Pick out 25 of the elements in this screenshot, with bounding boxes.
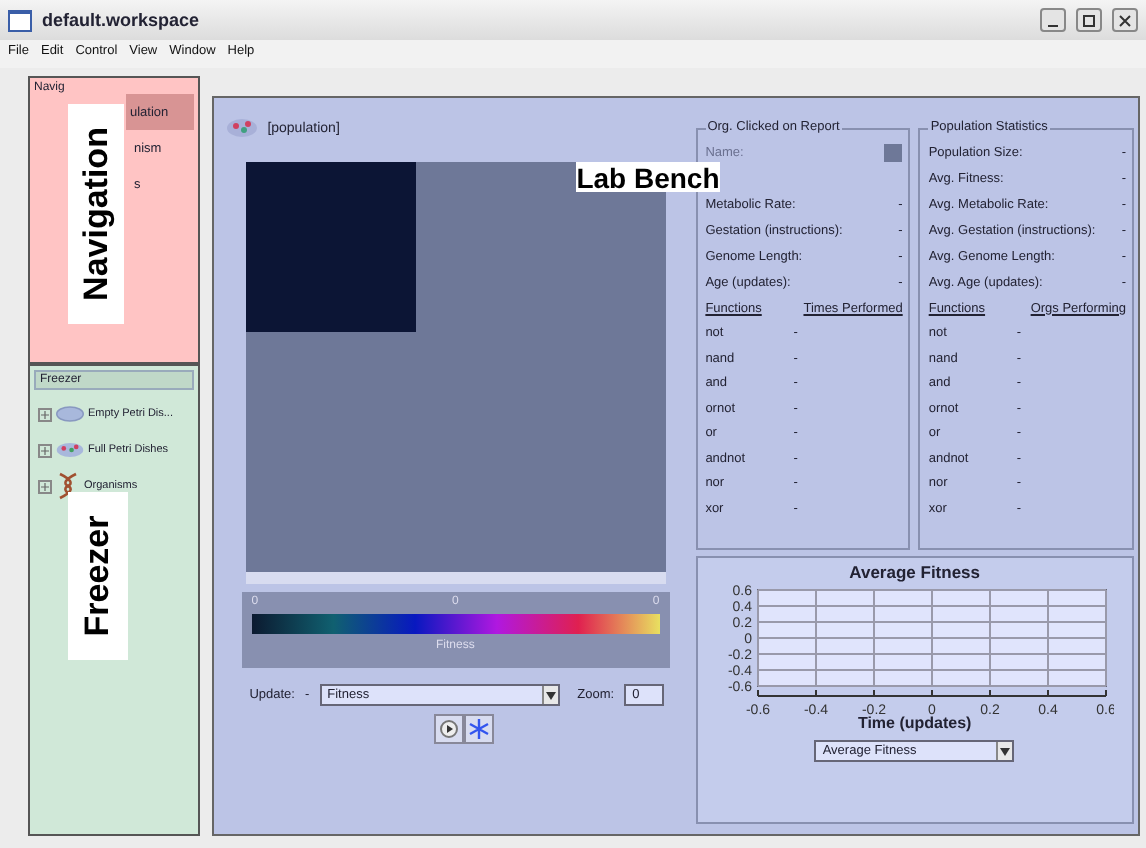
horizontal-scrollbar[interactable] xyxy=(245,572,666,584)
minimize-button[interactable] xyxy=(1040,8,1066,32)
expand-icon[interactable] xyxy=(38,443,52,457)
close-button[interactable] xyxy=(1112,8,1138,32)
maximize-button[interactable] xyxy=(1076,8,1102,32)
annotation-label: Freezer xyxy=(78,515,118,637)
dish-icon xyxy=(56,406,84,422)
caret-icon xyxy=(1000,747,1011,755)
caret-icon xyxy=(545,691,556,699)
close-icon xyxy=(1118,13,1132,27)
snowflake-button[interactable] xyxy=(463,714,494,744)
play-button[interactable] xyxy=(433,714,464,744)
maximize-icon xyxy=(1082,13,1096,27)
dish-icon xyxy=(225,118,258,138)
annotation-label: Lab Bench xyxy=(576,161,720,193)
expand-icon[interactable] xyxy=(38,479,52,493)
annotation-label: Navigation xyxy=(76,127,116,301)
helix-icon xyxy=(56,472,80,500)
axis-title: Time (updates) xyxy=(857,714,972,732)
color-swatch xyxy=(884,144,903,162)
chart-title: Average Fitness xyxy=(849,562,981,582)
window-title: default.workspace xyxy=(42,10,202,30)
dish-icon xyxy=(56,442,84,458)
window-icon xyxy=(8,9,32,31)
expand-icon[interactable] xyxy=(38,407,52,421)
